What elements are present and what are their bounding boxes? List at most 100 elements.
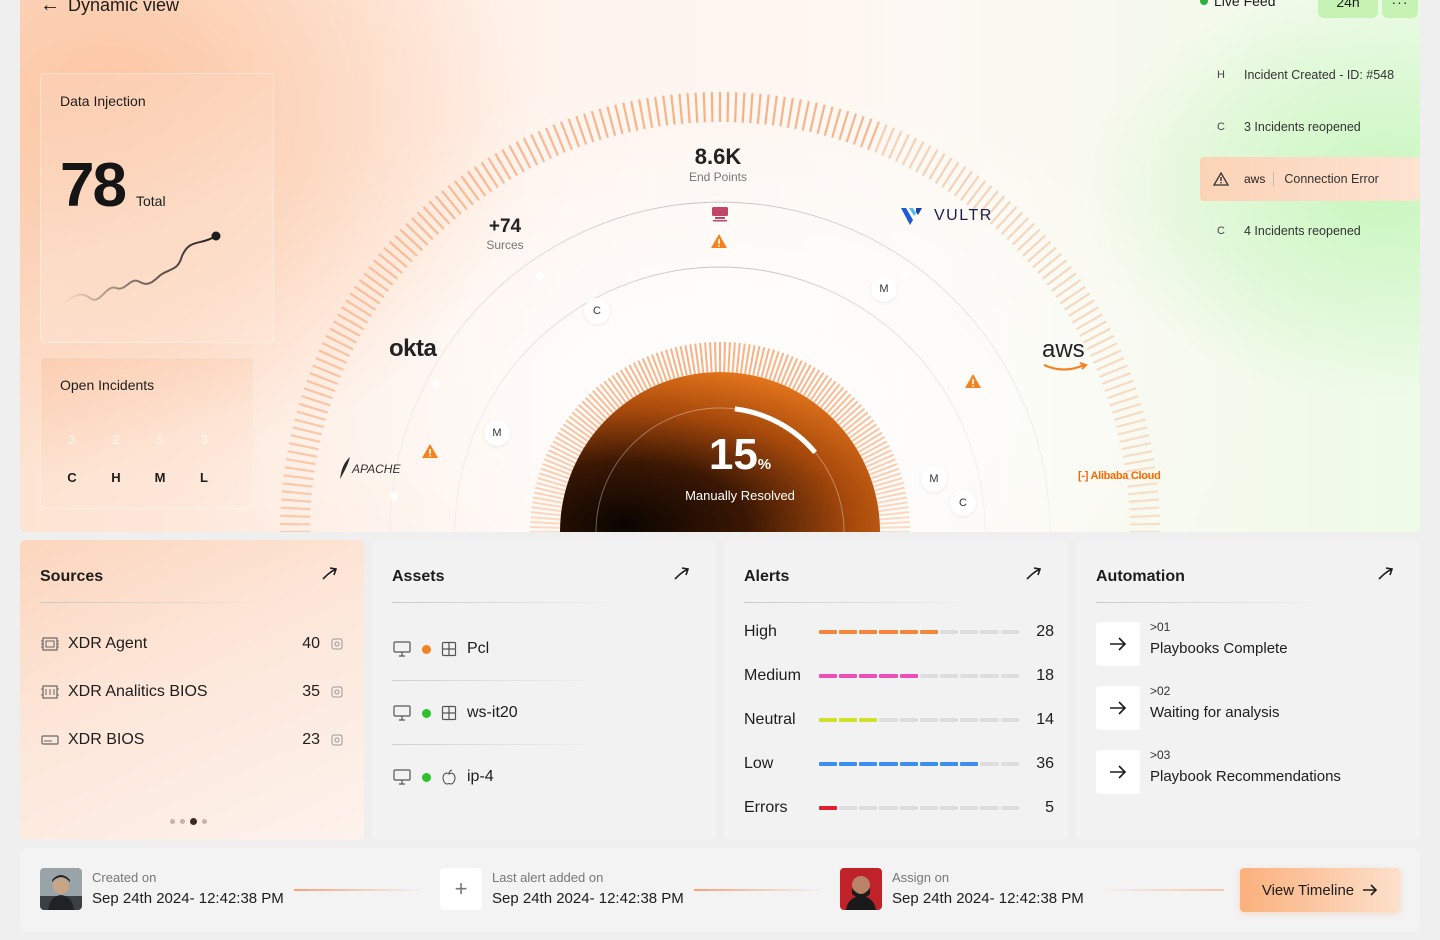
page-dot[interactable] xyxy=(180,819,185,824)
alert-row[interactable]: Low 36 xyxy=(744,753,1054,775)
gauge-inner-tick xyxy=(744,344,751,375)
asset-row[interactable]: ip-4 xyxy=(392,765,696,789)
feed-item[interactable]: C 3 Incidents reopened xyxy=(1200,105,1420,149)
timeline-connector xyxy=(294,889,424,891)
alert-count: 5 xyxy=(1045,799,1054,816)
warning-icon[interactable] xyxy=(710,233,728,249)
warning-icon[interactable] xyxy=(964,373,982,389)
okta-logo[interactable]: okta xyxy=(389,335,437,363)
warning-icon[interactable] xyxy=(421,443,439,459)
aws-logo[interactable]: aws xyxy=(1042,336,1088,371)
source-row[interactable]: XDR Analitics BIOS 35 xyxy=(40,680,344,704)
aws-logo-text: aws xyxy=(1042,336,1085,363)
divider xyxy=(744,602,974,603)
settings-icon[interactable] xyxy=(330,685,344,699)
device-icon[interactable] xyxy=(710,206,730,222)
open-incidents-title: Open Incidents xyxy=(60,377,155,393)
orbit-point xyxy=(901,271,909,279)
gauge-outer-tick xyxy=(582,113,595,143)
view-timeline-button[interactable]: View Timeline xyxy=(1240,868,1400,912)
assets-title: Assets xyxy=(392,568,445,585)
apache-logo[interactable]: APACHE xyxy=(338,457,400,479)
node-critical[interactable]: C xyxy=(584,298,610,324)
last-alert-value: Sep 24th 2024- 12:42:38 PM xyxy=(492,890,684,907)
page-dot[interactable] xyxy=(202,819,207,824)
assign-label: Assign on xyxy=(892,870,950,885)
open-automation-button[interactable] xyxy=(1096,686,1140,730)
alibaba-cloud-logo[interactable]: [-] Alibaba Cloud xyxy=(1078,470,1161,482)
time-range-button[interactable]: 24h xyxy=(1318,0,1378,18)
feed-item[interactable]: H Incident Created - ID: #548 xyxy=(1200,53,1420,97)
node-medium-2[interactable]: M xyxy=(484,420,510,446)
alert-row[interactable]: High 28 xyxy=(744,621,1054,643)
source-row[interactable]: XDR BIOS 23 xyxy=(40,728,344,752)
alert-row[interactable]: Errors 5 xyxy=(744,797,1054,819)
page-dot-active[interactable] xyxy=(190,818,197,825)
avatar[interactable] xyxy=(40,868,82,910)
source-row[interactable]: XDR Agent 40 xyxy=(40,632,344,656)
gauge-outer-tick xyxy=(410,217,434,241)
alert-bar-segment xyxy=(1000,762,1019,766)
asset-row[interactable]: ws-it20 xyxy=(392,701,696,725)
automation-item[interactable]: >03 Playbook Recommendations xyxy=(1096,748,1406,794)
expand-arrow-icon[interactable] xyxy=(672,564,692,584)
open-automation-button[interactable] xyxy=(1096,622,1140,666)
gauge-outer-tick xyxy=(734,92,738,123)
expand-arrow-icon[interactable] xyxy=(320,564,340,584)
gauge-outer-tick xyxy=(378,253,403,274)
gauge-outer-tick xyxy=(280,522,311,526)
alert-bar-segment xyxy=(960,674,979,678)
gauge-outer-tick xyxy=(1000,211,1024,235)
gauge-inner-tick xyxy=(655,352,668,382)
aws-smile-icon xyxy=(1043,362,1088,371)
feed-item-highlighted[interactable]: aws Connection Error xyxy=(1200,157,1420,201)
settings-icon[interactable] xyxy=(330,637,344,651)
expand-arrow-icon[interactable] xyxy=(1376,564,1396,584)
gauge-outer-tick xyxy=(1119,434,1150,443)
windows-icon xyxy=(441,641,457,657)
monitor-icon xyxy=(393,705,411,721)
alerts-title: Alerts xyxy=(744,568,790,585)
gauge-outer-tick xyxy=(282,482,313,488)
gauge-inner-tick xyxy=(878,506,909,513)
settings-icon[interactable] xyxy=(330,733,344,747)
node-medium-1[interactable]: M xyxy=(871,276,897,302)
gauge-outer-tick xyxy=(354,285,381,305)
pagination-dots[interactable] xyxy=(170,818,207,825)
gauge-outer-tick xyxy=(473,166,493,193)
automation-item[interactable]: >01 Playbooks Complete xyxy=(1096,620,1406,666)
open-automation-button[interactable] xyxy=(1096,750,1140,794)
node-critical-2[interactable]: C xyxy=(950,490,976,516)
alert-bar-segment xyxy=(879,718,898,722)
expand-arrow-icon[interactable] xyxy=(1024,564,1044,584)
gauge-inner-tick xyxy=(727,342,731,373)
gauge-inner-tick xyxy=(739,343,746,374)
arrow-left-icon[interactable]: ← xyxy=(40,0,60,17)
page-dot[interactable] xyxy=(170,819,175,824)
add-alert-button[interactable]: + xyxy=(440,868,482,910)
node-medium-3[interactable]: M xyxy=(921,466,947,492)
asset-row[interactable]: Pcl xyxy=(392,637,696,661)
gauge-outer-tick xyxy=(845,113,858,143)
divider xyxy=(392,744,602,745)
alert-bar-segment xyxy=(939,630,959,634)
more-options-button[interactable]: ··· xyxy=(1382,0,1418,18)
gauge-outer-tick xyxy=(358,279,385,299)
vultr-logo[interactable]: VULTR xyxy=(900,206,993,226)
gauge-outer-tick xyxy=(779,96,786,127)
gauge-outer-tick xyxy=(941,161,960,189)
avatar[interactable] xyxy=(840,868,882,910)
feed-item[interactable]: C 4 Incidents reopened xyxy=(1200,209,1420,253)
gauge-outer-tick xyxy=(281,490,312,496)
alert-row[interactable]: Medium 18 xyxy=(744,665,1054,687)
page-header[interactable]: ← Dynamic view xyxy=(40,0,179,17)
automation-item[interactable]: >02 Waiting for analysis xyxy=(1096,684,1406,730)
arrow-right-icon xyxy=(1110,701,1127,715)
data-injection-unit: Total xyxy=(136,193,166,209)
gauge-outer-tick xyxy=(764,94,770,125)
gauge-outer-tick xyxy=(1128,490,1159,496)
automation-number: >03 xyxy=(1150,748,1171,762)
alert-row[interactable]: Neutral 14 xyxy=(744,709,1054,731)
divider xyxy=(392,680,602,681)
gauge-outer-tick xyxy=(1129,506,1160,511)
